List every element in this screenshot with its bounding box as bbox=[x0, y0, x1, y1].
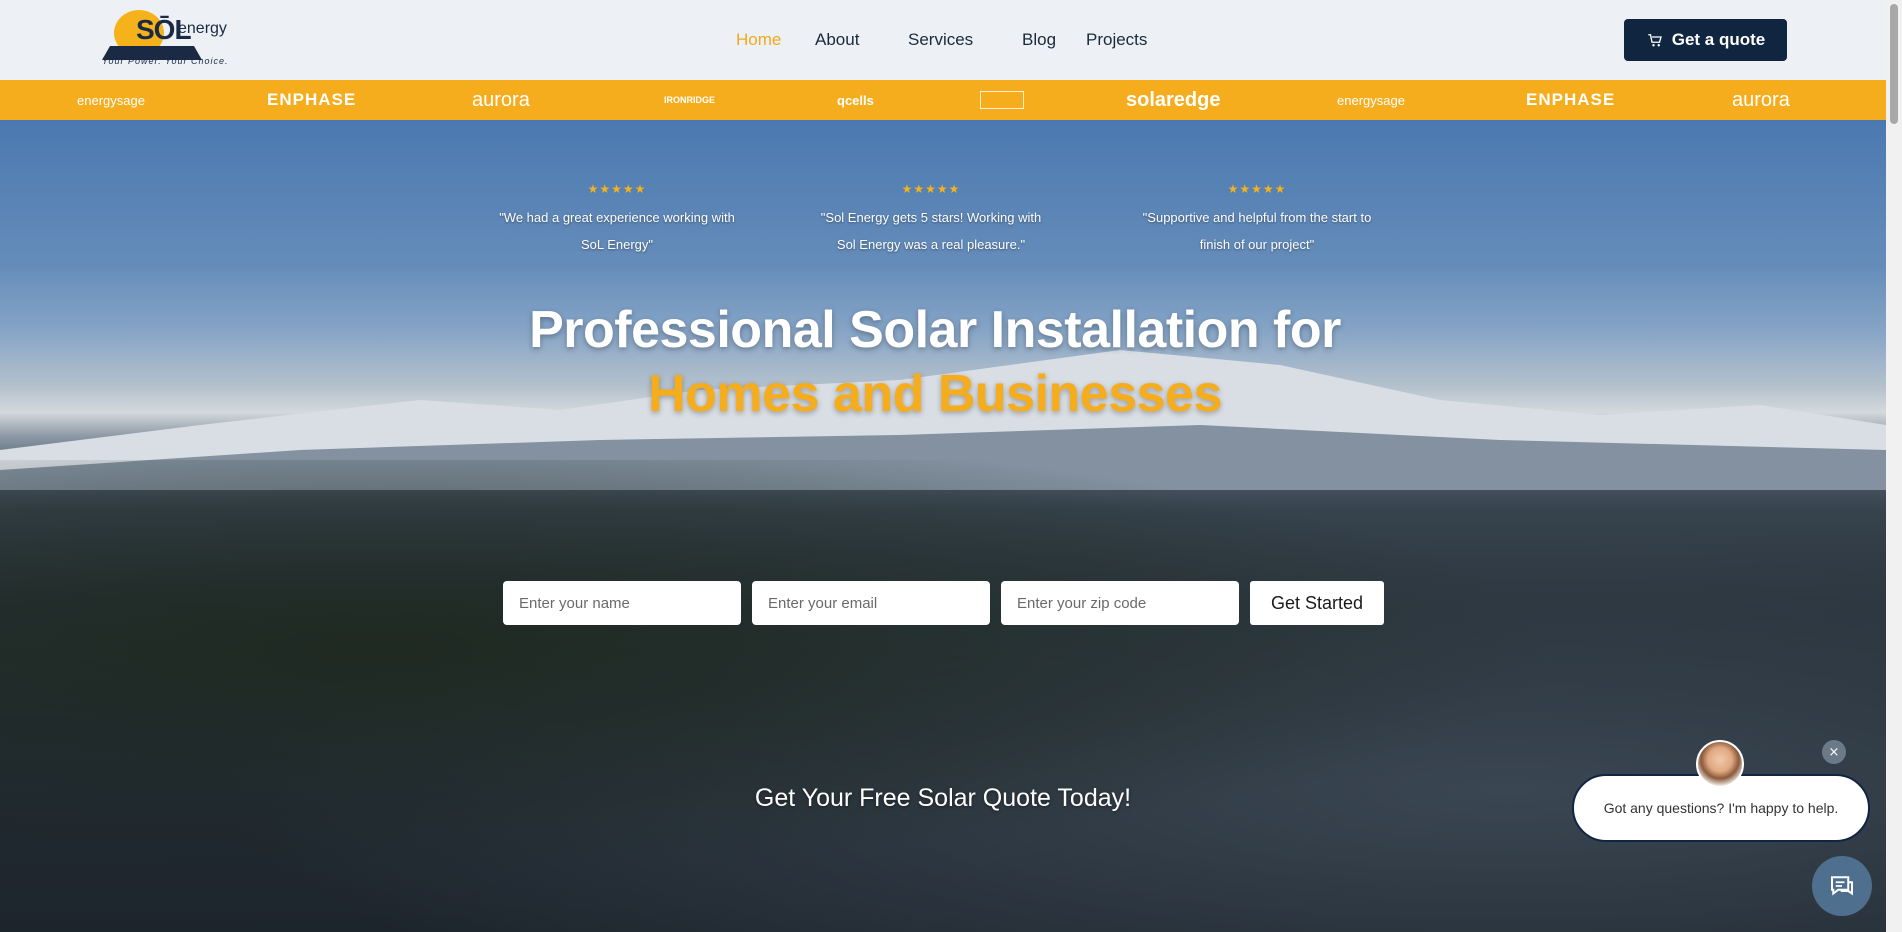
chat-launcher-button[interactable] bbox=[1812, 856, 1872, 916]
hero-town-backdrop bbox=[0, 460, 1886, 932]
partner-logo-aurora: aurora bbox=[1732, 88, 1790, 111]
rating-stars: ★★★★★ bbox=[587, 182, 647, 196]
partner-logo-enphase: ENPHASE bbox=[1526, 90, 1616, 109]
partner-logo-qcells: qcells bbox=[837, 92, 874, 108]
scrollbar-thumb[interactable] bbox=[1890, 4, 1898, 124]
rating-stars: ★★★★★ bbox=[901, 182, 961, 196]
chat-icon bbox=[1831, 876, 1853, 896]
nav-services[interactable]: Services bbox=[908, 30, 973, 50]
zip-code-input[interactable] bbox=[1001, 581, 1239, 625]
nav-home[interactable]: Home bbox=[736, 30, 781, 50]
get-a-quote-label: Get a quote bbox=[1671, 30, 1766, 49]
chat-close-icon[interactable]: × bbox=[1822, 740, 1846, 764]
get-started-button[interactable]: Get Started bbox=[1250, 581, 1384, 625]
partner-logo-solaredge: solaredge bbox=[1126, 88, 1221, 111]
chat-greeting-text: Got any questions? I'm happy to help. bbox=[1603, 800, 1839, 816]
partner-logo-enphase: ENPHASE bbox=[267, 90, 357, 109]
hero-headline-highlight: Homes and Businesses bbox=[648, 365, 1222, 423]
logo-tagline: Your Power. Your Choice. bbox=[102, 56, 229, 66]
partner-logo-aurora: aurora bbox=[472, 88, 530, 111]
partner-logo-energysage: energysage bbox=[77, 92, 145, 108]
site-header: SŌL energy Your Power. Your Choice. Home… bbox=[0, 0, 1886, 80]
partner-logo-unlabeled bbox=[980, 80, 1024, 120]
nav-blog[interactable]: Blog bbox=[1022, 30, 1056, 50]
get-a-quote-button[interactable]: Get a quote bbox=[1624, 19, 1787, 61]
review-text: "We had a great experience working with … bbox=[499, 210, 735, 252]
review-card: ★★★★★ "Supportive and helpful from the s… bbox=[1137, 182, 1377, 258]
review-card: ★★★★★ "Sol Energy gets 5 stars! Working … bbox=[811, 182, 1051, 258]
cart-icon bbox=[1647, 34, 1662, 47]
nav-about[interactable]: About bbox=[815, 30, 859, 50]
review-card: ★★★★★ "We had a great experience working… bbox=[497, 182, 737, 258]
hero-headline: Professional Solar Installation for bbox=[529, 301, 1341, 359]
partner-logo-ironridge: IRONRIDGE bbox=[664, 95, 716, 105]
logo-wordmark-energy: energy bbox=[178, 20, 227, 37]
partner-logos-bar: energysage ENPHASE aurora IRONRIDGE qcel… bbox=[0, 80, 1886, 120]
name-input[interactable] bbox=[503, 581, 741, 625]
review-text: "Sol Energy gets 5 stars! Working with S… bbox=[820, 210, 1042, 252]
chat-agent-avatar bbox=[1696, 740, 1744, 788]
rating-stars: ★★★★★ bbox=[1227, 182, 1287, 196]
partner-logo-energysage: energysage bbox=[1337, 92, 1405, 108]
sol-energy-logo[interactable]: SŌL energy Your Power. Your Choice. bbox=[100, 8, 230, 68]
nav-projects[interactable]: Projects bbox=[1086, 30, 1147, 50]
review-text: "Supportive and helpful from the start t… bbox=[1142, 210, 1372, 252]
page-scrollbar[interactable] bbox=[1886, 0, 1902, 932]
partner-badge-icon bbox=[980, 91, 1024, 109]
email-input[interactable] bbox=[752, 581, 990, 625]
